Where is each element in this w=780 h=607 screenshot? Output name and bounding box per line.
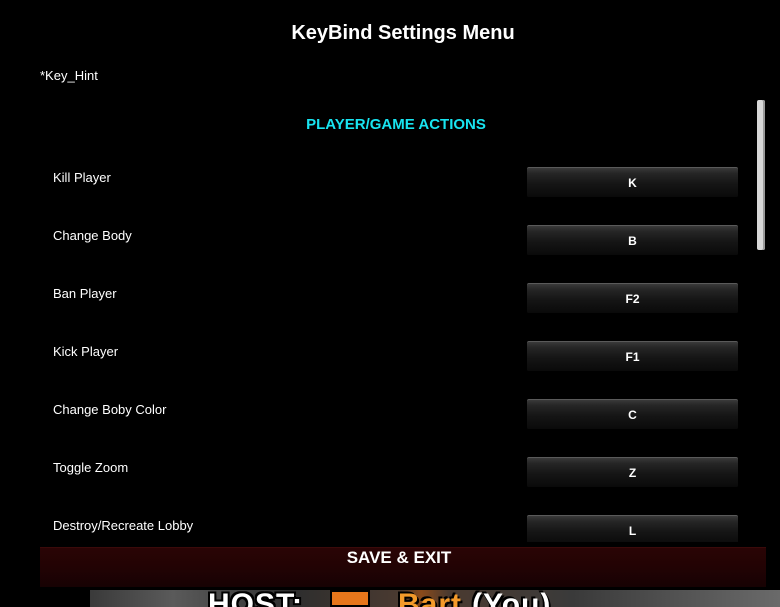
- keybind-action-label: Change Boby Color: [53, 402, 167, 417]
- keybind-action-label: Kill Player: [53, 170, 111, 185]
- game-host-label: HOST:: [208, 588, 303, 607]
- vertical-scrollbar[interactable]: [757, 100, 765, 250]
- keybind-button-kill-player[interactable]: K: [527, 167, 738, 198]
- keybind-row-ban-player: Ban Player F2: [40, 266, 740, 314]
- keybind-row-destroy-recreate-lobby: Destroy/Recreate Lobby L: [40, 498, 740, 542]
- game-you-suffix: (You): [472, 588, 552, 607]
- keybind-row-change-body: Change Body B: [40, 208, 740, 256]
- keybind-button-toggle-zoom[interactable]: Z: [527, 457, 738, 488]
- keybind-row-kick-player: Kick Player F1: [40, 324, 740, 372]
- save-and-exit-label: SAVE & EXIT: [346, 548, 452, 567]
- save-and-exit-button[interactable]: SAVE & EXIT: [40, 547, 766, 587]
- page-title: KeyBind Settings Menu: [291, 22, 515, 44]
- keybind-row-toggle-zoom: Toggle Zoom Z: [40, 440, 740, 488]
- key-hint-text: *Key_Hint: [40, 68, 98, 83]
- keybind-button-destroy-recreate-lobby[interactable]: L: [527, 515, 738, 542]
- keybind-button-kick-player[interactable]: F1: [527, 341, 738, 372]
- keybind-action-label: Ban Player: [53, 286, 117, 301]
- keybind-button-change-body-color[interactable]: C: [527, 399, 738, 430]
- keybind-button-ban-player[interactable]: F2: [527, 283, 738, 314]
- player-avatar: [330, 590, 370, 607]
- keybind-action-label: Destroy/Recreate Lobby: [53, 518, 194, 533]
- keybind-settings-panel: KeyBind Settings Menu *Key_Hint PLAYER/G…: [0, 0, 780, 590]
- keybind-action-label: Toggle Zoom: [53, 460, 129, 475]
- game-player-name: Bart: [398, 588, 463, 607]
- keybind-action-label: Kick Player: [53, 344, 119, 359]
- keybind-button-change-body[interactable]: B: [527, 225, 738, 256]
- keybind-list[interactable]: Kill Player K Change Body B Ban Player F…: [40, 150, 760, 542]
- game-window: HOST: Bart (You) KeyBind Settings Menu *…: [0, 0, 780, 607]
- keybind-action-label: Change Body: [53, 228, 132, 243]
- keybind-row-change-body-color: Change Boby Color C: [40, 382, 740, 430]
- section-header-player-game-actions: PLAYER/GAME ACTIONS: [306, 116, 486, 133]
- keybind-row-kill-player: Kill Player K: [40, 150, 740, 198]
